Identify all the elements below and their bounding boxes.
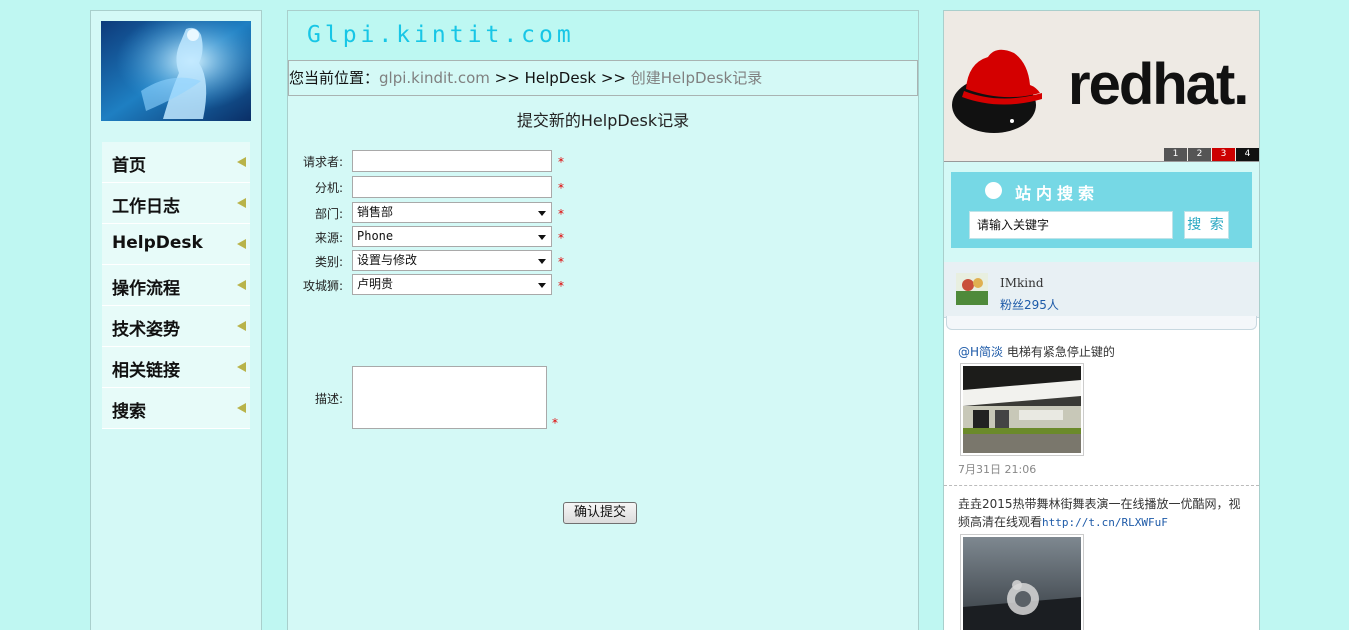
banner-carousel[interactable]: redhat. 1 2 3 4 [944, 11, 1259, 162]
banner-brand-text: redhat. [1068, 52, 1249, 117]
required-mark: * [558, 231, 564, 245]
source-value: Phone [357, 229, 394, 243]
source-label: 来源: [314, 231, 343, 245]
logo-image [101, 21, 251, 121]
left-sidebar: 首页 工作日志 HelpDesk 操作流程 技术姿势 相关链接 搜索 [90, 10, 262, 630]
breadcrumb-prefix: 您当前位置： [289, 69, 380, 87]
breadcrumb: 您当前位置：glpi.kindit.com >> HelpDesk >> 创建H… [288, 60, 918, 96]
arrow-left-icon [237, 321, 246, 331]
circle-icon [985, 182, 1002, 199]
category-row: 类别: 设置与修改 * [288, 250, 918, 274]
extension-row: 分机: * [288, 176, 918, 200]
weibo-header: IMkind 粉丝295人 [944, 262, 1259, 318]
nav-item-label: 首页 [112, 156, 146, 176]
arrow-left-icon [237, 157, 246, 167]
post-divider [944, 485, 1259, 486]
nav-item-label: 工作日志 [112, 197, 180, 217]
required-mark: * [558, 255, 564, 269]
nav-item-label: 操作流程 [112, 279, 180, 299]
site-search-title: 站内搜索 [1015, 184, 1100, 203]
chevron-down-icon [538, 283, 546, 288]
main-content: Glpi.kintit.com 您当前位置：glpi.kindit.com >>… [287, 10, 919, 630]
source-select[interactable]: Phone [352, 226, 552, 247]
slide-indicator[interactable]: 2 [1188, 148, 1211, 161]
slide-indicator[interactable]: 1 [1164, 148, 1187, 161]
arrow-left-icon [237, 280, 246, 290]
engineer-value: 卢明贵 [357, 277, 394, 291]
nav-item-links[interactable]: 相关链接 [102, 347, 250, 388]
chevron-down-icon [538, 235, 546, 240]
department-select[interactable]: 销售部 [352, 202, 552, 223]
breadcrumb-separator: >> [489, 69, 525, 87]
arrow-left-icon [237, 239, 246, 249]
post-timestamp: 7月31日 21:06 [958, 463, 1037, 476]
category-value: 设置与修改 [357, 253, 418, 267]
slide-indicator[interactable]: 4 [1236, 148, 1259, 161]
nav-item-procedures[interactable]: 操作流程 [102, 265, 250, 306]
nav-item-tech[interactable]: 技术姿势 [102, 306, 250, 347]
chevron-down-icon [538, 211, 546, 216]
required-mark: * [558, 155, 564, 169]
main-nav: 首页 工作日志 HelpDesk 操作流程 技术姿势 相关链接 搜索 [102, 142, 250, 429]
arrow-left-icon [237, 362, 246, 372]
department-label: 部门: [314, 207, 343, 221]
avatar[interactable] [956, 273, 988, 305]
requester-input[interactable] [352, 150, 552, 172]
breadcrumb-home-link[interactable]: glpi.kindit.com [379, 69, 490, 87]
site-search-panel: 站内搜索 请输入关键字 搜 索 [951, 172, 1252, 248]
breadcrumb-separator: >> [596, 69, 631, 87]
site-header: Glpi.kintit.com [288, 11, 918, 60]
slide-indicator-active[interactable]: 3 [1212, 148, 1235, 161]
nav-item-helpdesk[interactable]: HelpDesk [102, 224, 250, 265]
engineer-row: 攻城狮: 卢明贵 * [288, 274, 918, 298]
requester-row: 请求者: * [288, 150, 918, 174]
nav-item-home[interactable]: 首页 [102, 142, 250, 183]
engineer-select[interactable]: 卢明贵 [352, 274, 552, 295]
breadcrumb-current: 创建HelpDesk记录 [630, 69, 763, 87]
weibo-fans-count[interactable]: 粉丝295人 [1000, 296, 1059, 313]
weibo-post: 垚垚2015热带舞林街舞表演一在线播放一优酷网，视频高清在线观看http://t… [958, 495, 1248, 532]
nav-item-label: 技术姿势 [112, 320, 180, 340]
required-mark: * [558, 279, 564, 293]
slide-indicators: 1 2 3 4 [1163, 148, 1259, 161]
required-mark: * [558, 181, 564, 195]
submit-button[interactable]: 确认提交 [563, 502, 637, 524]
right-sidebar: redhat. 1 2 3 4 站内搜索 请输入关键字 搜 索 IMkind 粉… [943, 10, 1260, 630]
nav-item-label: HelpDesk [112, 233, 203, 253]
engineer-label: 攻城狮: [302, 279, 343, 293]
required-mark: * [552, 416, 558, 430]
weibo-user-name[interactable]: IMkind [1000, 276, 1044, 290]
breadcrumb-section-link[interactable]: HelpDesk [525, 69, 596, 87]
post-link[interactable]: http://t.cn/RLXWFuF [1042, 516, 1168, 529]
department-value: 销售部 [357, 205, 394, 219]
weibo-post: @H简淡 电梯有紧急停止键的 [958, 343, 1115, 361]
nav-item-search[interactable]: 搜索 [102, 388, 250, 429]
site-title: Glpi.kintit.com [307, 22, 575, 48]
search-input[interactable]: 请输入关键字 [969, 211, 1173, 239]
extension-label: 分机: [314, 181, 343, 195]
description-textarea[interactable] [352, 366, 547, 429]
source-row: 来源: Phone * [288, 226, 918, 250]
department-row: 部门: 销售部 * [288, 202, 918, 226]
nav-item-label: 相关链接 [112, 361, 180, 381]
description-label: 描述: [314, 392, 343, 406]
arrow-left-icon [237, 403, 246, 413]
search-button[interactable]: 搜 索 [1184, 211, 1229, 239]
post-image[interactable] [960, 534, 1084, 630]
requester-label: 请求者: [302, 155, 343, 169]
category-select[interactable]: 设置与修改 [352, 250, 552, 271]
nav-item-worklog[interactable]: 工作日志 [102, 183, 250, 224]
post-text: 电梯有紧急停止键的 [1003, 345, 1115, 359]
arrow-left-icon [237, 198, 246, 208]
post-image[interactable] [960, 363, 1084, 456]
weibo-widget: IMkind 粉丝295人 @H简淡 电梯有紧急停止键的 7月31日 21:06 [944, 262, 1259, 630]
nav-item-label: 搜索 [112, 402, 146, 422]
category-label: 类别: [314, 255, 343, 269]
post-mention[interactable]: @H简淡 [958, 345, 1003, 359]
required-mark: * [558, 207, 564, 221]
extension-input[interactable] [352, 176, 552, 198]
chevron-down-icon [538, 259, 546, 264]
form-title: 提交新的HelpDesk记录 [516, 111, 690, 130]
weibo-tab-bar [946, 316, 1257, 330]
